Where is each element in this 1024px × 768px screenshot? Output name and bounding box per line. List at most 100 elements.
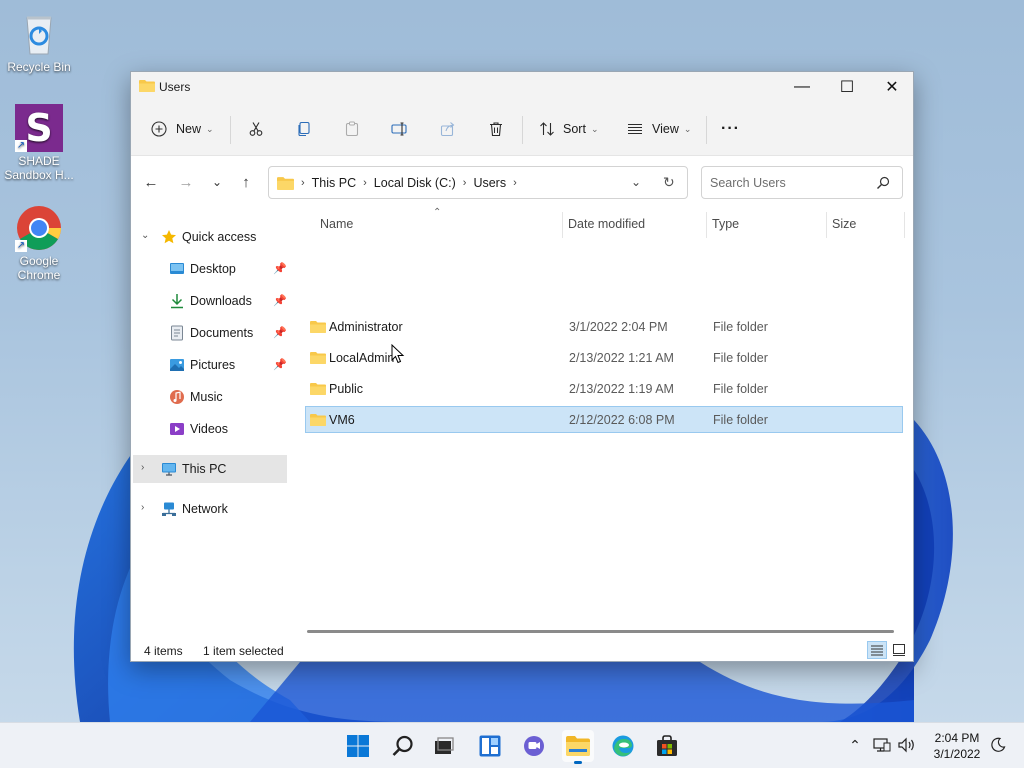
sidebar-item-videos[interactable]: Videos: [133, 415, 287, 443]
rename-icon[interactable]: [388, 117, 412, 141]
desktop-icon-label: Google: [19, 254, 59, 268]
minimize-button[interactable]: —: [779, 72, 825, 102]
maximize-button[interactable]: ☐: [824, 72, 870, 102]
toolbar-divider: [230, 116, 231, 144]
search-icon[interactable]: [876, 176, 890, 190]
column-divider[interactable]: [706, 212, 707, 238]
column-header-name[interactable]: Name: [320, 217, 353, 231]
forward-button[interactable]: →: [176, 171, 196, 193]
address-bar[interactable]: › This PC › Local Disk (C:) › Users › ⌄ …: [268, 166, 688, 199]
see-more-button[interactable]: ···: [721, 114, 740, 144]
view-label: View: [652, 122, 679, 136]
chevron-right-icon[interactable]: ›: [363, 177, 367, 189]
column-divider[interactable]: [562, 212, 563, 238]
sidebar-item-pictures[interactable]: Pictures 📌: [133, 351, 287, 379]
file-type: File folder: [713, 320, 768, 334]
paste-icon[interactable]: [340, 117, 364, 141]
chevron-right-icon[interactable]: ›: [141, 462, 144, 473]
pin-icon[interactable]: 📌: [273, 262, 287, 275]
chevron-down-icon[interactable]: ⌄: [141, 230, 149, 241]
clock[interactable]: 2:04 PM 3/1/2022: [926, 730, 988, 762]
up-button[interactable]: ↑: [236, 171, 256, 193]
back-button[interactable]: ←: [141, 171, 161, 193]
refresh-icon[interactable]: ↻: [663, 174, 675, 191]
folder-icon: [310, 352, 326, 364]
table-row-selected[interactable]: VM6 2/12/2022 6:08 PM File folder: [305, 406, 903, 433]
column-header-date-modified[interactable]: Date modified: [568, 217, 645, 231]
navigation-pane: ⌄ Quick access Desktop 📌 Downloads 📌 Doc…: [131, 207, 291, 635]
taskbar: ⌃ 2:04 PM 3/1/2022: [0, 722, 1024, 768]
documents-icon: [169, 325, 185, 341]
sort-button[interactable]: Sort ⌄: [539, 114, 598, 144]
edge-icon[interactable]: [607, 730, 639, 762]
sidebar-item-this-pc[interactable]: › This PC: [133, 455, 287, 483]
search-input[interactable]: [710, 175, 870, 191]
column-divider[interactable]: [826, 212, 827, 238]
chevron-right-icon[interactable]: ›: [141, 502, 144, 513]
column-divider[interactable]: [904, 212, 905, 238]
task-view-icon[interactable]: [428, 730, 460, 762]
details-view-button[interactable]: [867, 641, 887, 659]
delete-icon[interactable]: [484, 117, 508, 141]
breadcrumb-users[interactable]: Users: [473, 176, 506, 190]
sidebar-item-label: Videos: [190, 422, 228, 436]
file-explorer-window: Users — ☐ ✕ New ⌄ Sort ⌄ View ⌄ ··· ← → …: [130, 71, 914, 662]
scrollbar-thumb[interactable]: [307, 630, 894, 633]
large-icons-view-icon: [893, 644, 905, 656]
search-icon[interactable]: [387, 730, 419, 762]
desktop-icon-recycle-bin[interactable]: Recycle Bin: [1, 10, 77, 74]
chat-icon[interactable]: [518, 730, 550, 762]
volume-icon[interactable]: [897, 735, 917, 755]
file-name: LocalAdmin: [329, 351, 395, 365]
pin-icon[interactable]: 📌: [273, 326, 287, 339]
file-date-modified: 3/1/2022 2:04 PM: [569, 320, 668, 334]
show-hidden-icons-chevron-icon[interactable]: ⌃: [845, 735, 865, 755]
chevron-right-icon[interactable]: ›: [463, 177, 467, 189]
sidebar-item-downloads[interactable]: Downloads 📌: [133, 287, 287, 315]
widgets-icon[interactable]: [474, 730, 506, 762]
large-icons-view-button[interactable]: [889, 641, 909, 659]
network-status-icon[interactable]: [872, 735, 892, 755]
recent-locations-button[interactable]: ⌄: [207, 171, 227, 193]
sidebar-item-label: Quick access: [182, 230, 257, 244]
desktop-icon-shade-sandbox[interactable]: S ↗ SHADE Sandbox H...: [1, 104, 77, 182]
desktop-icon: [169, 261, 185, 277]
sidebar-item-quick-access[interactable]: ⌄ Quick access: [133, 223, 287, 251]
pin-icon[interactable]: 📌: [273, 294, 287, 307]
column-header-type[interactable]: Type: [712, 217, 739, 231]
new-button[interactable]: New ⌄: [151, 114, 214, 144]
window-title: Users: [159, 80, 191, 94]
cut-icon[interactable]: [244, 117, 268, 141]
desktop-icon-google-chrome[interactable]: ↗ Google Chrome: [1, 204, 77, 282]
file-list: ⌃ Name Date modified Type Size Administr…: [291, 207, 913, 627]
clock-date: 3/1/2022: [933, 747, 981, 761]
pin-icon[interactable]: 📌: [273, 358, 287, 371]
sidebar-item-music[interactable]: Music: [133, 383, 287, 411]
close-button[interactable]: ✕: [869, 72, 915, 102]
title-bar[interactable]: Users — ☐ ✕: [131, 72, 913, 102]
sidebar-item-network[interactable]: › Network: [133, 495, 287, 523]
column-header-size[interactable]: Size: [832, 217, 856, 231]
table-row[interactable]: Administrator 3/1/2022 2:04 PM File fold…: [305, 313, 903, 340]
sidebar-item-documents[interactable]: Documents 📌: [133, 319, 287, 347]
command-bar: New ⌄ Sort ⌄ View ⌄ ···: [131, 102, 913, 156]
share-icon[interactable]: [436, 117, 460, 141]
focus-assist-moon-icon[interactable]: [988, 735, 1008, 755]
sidebar-item-desktop[interactable]: Desktop 📌: [133, 255, 287, 283]
store-icon[interactable]: [651, 730, 683, 762]
shortcut-arrow-icon: ↗: [15, 140, 27, 152]
chevron-right-icon[interactable]: ›: [513, 177, 517, 189]
breadcrumb-local-disk[interactable]: Local Disk (C:): [374, 176, 456, 190]
table-row[interactable]: Public 2/13/2022 1:19 AM File folder: [305, 375, 903, 402]
search-box[interactable]: [701, 166, 903, 199]
chevron-down-icon: ⌄: [206, 123, 214, 134]
horizontal-scrollbar[interactable]: [291, 627, 913, 637]
file-explorer-icon[interactable]: [562, 730, 594, 764]
view-button[interactable]: View ⌄: [627, 114, 691, 144]
start-icon[interactable]: [342, 730, 374, 762]
copy-icon[interactable]: [292, 117, 316, 141]
address-history-chevron-icon[interactable]: ⌄: [631, 175, 641, 189]
folder-icon: [310, 414, 326, 426]
sidebar-item-label: Desktop: [190, 262, 236, 276]
breadcrumb-this-pc[interactable]: This PC: [312, 176, 356, 190]
